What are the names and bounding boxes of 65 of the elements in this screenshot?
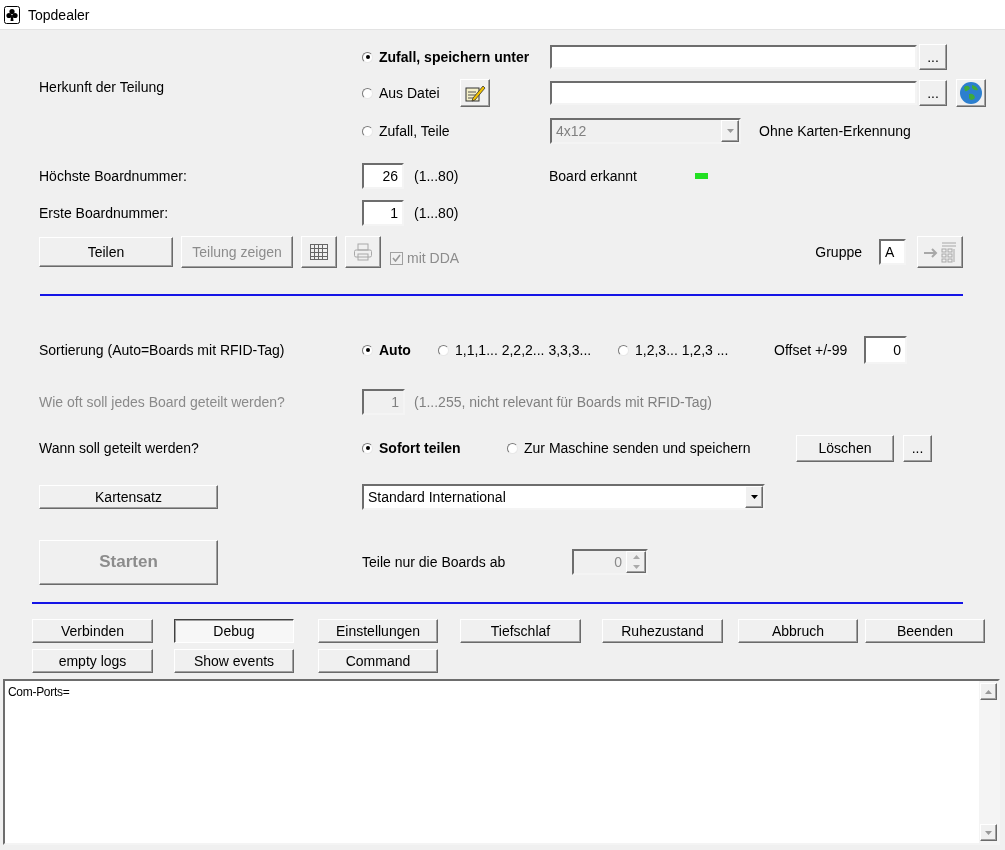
file-path-field[interactable] — [550, 81, 917, 105]
action-button[interactable]: Teilen — [39, 237, 173, 267]
group-field[interactable]: A — [879, 239, 906, 265]
range-text: (1...80) — [414, 168, 460, 184]
hint-text: (1...255, nicht relevant für Boards mit RFID-Tag) — [414, 394, 712, 410]
edit-icon — [464, 83, 486, 103]
down-arrow-icon — [726, 129, 734, 133]
command-button[interactable]: Abbruch — [738, 619, 858, 643]
status-label: Board erkannt — [549, 168, 638, 184]
edit-button[interactable] — [460, 79, 490, 107]
number-field[interactable]: 26 — [362, 163, 404, 189]
radio-button[interactable]: 1,2,3... 1,2,3 ... — [618, 342, 774, 358]
field-label: Wie oft soll jedes Board geteilt werden? — [39, 394, 285, 410]
offset-label: Offset +/-99 — [774, 342, 849, 358]
down-arrow-icon — [985, 830, 992, 835]
source-label: Herkunft der Teilung — [39, 79, 165, 95]
command-button[interactable]: Debug — [174, 619, 294, 643]
command-button[interactable]: Einstellungen — [318, 619, 438, 643]
field-label: Sortierung (Auto=Boards mit RFID-Tag) — [39, 342, 285, 358]
down-arrow-icon — [632, 565, 640, 569]
field-label: Wann soll geteilt werden? — [39, 440, 199, 456]
radio-button[interactable]: Auto — [362, 342, 438, 358]
radio-button[interactable]: Zufall, speichern unter — [362, 49, 550, 65]
radio-button[interactable]: 1,1,1... 2,2,2... 3,3,3... — [438, 342, 618, 358]
more-button[interactable]: ... — [903, 434, 932, 462]
card-set-button[interactable]: Kartensatz — [39, 485, 218, 509]
field-label: Teile nur die Boards ab — [362, 554, 507, 570]
printer-icon — [353, 243, 373, 261]
grid-button[interactable] — [301, 236, 337, 268]
range-text: (1...80) — [414, 205, 460, 221]
log-line: Com-Ports= — [8, 685, 71, 699]
command-button[interactable]: Beenden — [865, 619, 985, 643]
check-icon — [392, 254, 401, 262]
log-area[interactable]: Com-Ports= — [3, 679, 1000, 845]
command-button[interactable]: Show events — [174, 649, 294, 673]
radio-button[interactable]: Zur Maschine senden und speichern — [507, 440, 796, 456]
browse-button[interactable]: ... — [919, 80, 947, 106]
radio-button[interactable]: Aus Datei — [362, 85, 460, 101]
field-label: Erste Boardnummer: — [39, 205, 169, 221]
command-button[interactable]: Ruhezustand — [602, 619, 723, 643]
radio-button[interactable]: Sofort teilen — [362, 440, 507, 456]
up-arrow-icon — [985, 689, 992, 694]
radio-button[interactable]: Zufall, Teile — [362, 123, 550, 139]
grid-icon — [309, 243, 329, 261]
field-label: Höchste Boardnummer: — [39, 168, 187, 184]
up-arrow-icon — [632, 555, 640, 559]
command-button[interactable]: Command — [318, 649, 438, 673]
card-set-dropdown[interactable]: Standard International — [362, 484, 765, 510]
scrollbar[interactable] — [979, 681, 998, 843]
globe-button[interactable] — [956, 79, 986, 107]
arrow-to-grid-icon — [922, 241, 958, 263]
command-button[interactable]: Verbinden — [32, 619, 153, 643]
globe-icon — [959, 81, 983, 105]
delete-button[interactable]: Löschen — [796, 434, 894, 462]
save-path-field[interactable] — [550, 45, 917, 69]
browse-button[interactable]: ... — [919, 44, 947, 70]
offset-field[interactable]: 0 — [864, 336, 907, 364]
club-icon — [4, 5, 20, 24]
window-title: Topdealer — [28, 6, 90, 23]
note-text: Ohne Karten-Erkennung — [759, 123, 911, 139]
group-label: Gruppe — [815, 244, 862, 260]
number-field[interactable]: 1 — [362, 200, 404, 226]
command-button[interactable]: Tiefschlaf — [460, 619, 581, 643]
command-button[interactable]: empty logs — [32, 649, 153, 673]
down-arrow-icon — [750, 495, 758, 499]
